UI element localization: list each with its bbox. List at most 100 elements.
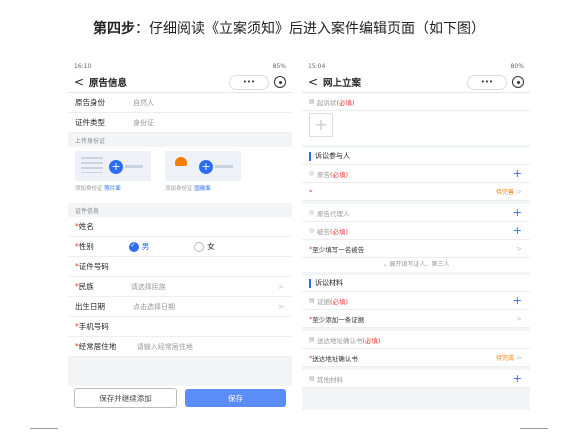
field-label: 性别 — [78, 242, 94, 251]
ethnicity-select[interactable]: * 民族 请选择民族 > — [68, 277, 292, 297]
upload-id-front-button[interactable]: + 添加身份证 照片面 — [75, 151, 151, 199]
expand-text: 展开填写证人、第三人 — [389, 261, 450, 268]
field-label: 证件号码 — [78, 262, 109, 271]
complaint-upload: + — [302, 111, 530, 145]
chevron-right-icon: > — [278, 302, 284, 311]
expand-witness-link[interactable]: ⌄ 展开填写证人、第三人 — [302, 258, 530, 272]
field-label: 民族 — [78, 282, 94, 291]
status-time: 16:10 — [74, 62, 92, 70]
back-icon[interactable]: < — [74, 75, 86, 89]
plaintiff-identity-row[interactable]: 原告身份 自然人 — [68, 93, 292, 113]
save-button[interactable]: 保存 — [185, 389, 286, 407]
divider — [30, 428, 58, 429]
plaintiff-entry[interactable]: * 待完善 > — [302, 183, 530, 201]
document-icon: ▤ — [309, 98, 315, 105]
status-bar: 15:04 80% — [302, 60, 530, 72]
field-label: 原告身份 — [75, 98, 105, 107]
item-label: 证据 — [317, 297, 330, 306]
step-label: 第四步 — [93, 21, 135, 37]
item-label: 原告代理人 — [317, 209, 350, 218]
birth-date-select[interactable]: 出生日期 点击选择日期 > — [68, 297, 292, 317]
plaintiff-info-screen: 16:10 85% < 原告信息 ••• 原告身份 自然人 证件类型 身份证 上… — [68, 60, 292, 410]
required-tag: (必填) — [330, 297, 349, 306]
id-number-field[interactable]: * 证件号码 — [68, 257, 292, 277]
upload-link[interactable]: 国徽面 — [194, 186, 211, 192]
evidence-entry[interactable]: * 至少添加一条证据 > — [302, 310, 530, 328]
service-address-entry[interactable]: * 送达地址确认书 待完成 > — [302, 349, 530, 367]
id-card-back-icon: + — [165, 151, 241, 181]
radio-male-label: 男 — [141, 242, 150, 251]
plaintiff-agent-item[interactable]: ◎ 原告代理人 + — [302, 204, 530, 222]
save-and-continue-button[interactable]: 保存并继续添加 — [74, 388, 177, 408]
close-miniapp-icon[interactable] — [512, 76, 524, 88]
field-placeholder: 请选择民族 — [130, 282, 166, 291]
field-label: 出生日期 — [75, 302, 105, 311]
name-field[interactable]: * 姓名 — [68, 217, 292, 237]
status-bar: 16:10 85% — [68, 60, 292, 72]
battery-level: 80% — [510, 62, 524, 70]
upload-text: 添加身份证 — [75, 186, 103, 192]
chevron-right-icon: > — [516, 314, 522, 323]
field-value: 自然人 — [133, 98, 154, 107]
required-tag: (必填) — [330, 170, 349, 179]
page-title: 网上立案 — [323, 78, 362, 89]
gender-field: *性别 男 女 — [68, 237, 292, 257]
radio-male[interactable] — [128, 241, 139, 252]
plaintiff-item[interactable]: ◎ 原告 (必填) + — [302, 165, 530, 183]
nav-bar: < 网上立案 ••• — [302, 72, 530, 93]
close-miniapp-icon[interactable] — [274, 76, 286, 88]
service-address-item: ▤ 送达地址确认书 (必填) — [302, 331, 530, 349]
id-type-row[interactable]: 证件类型 身份证 — [68, 113, 292, 133]
defendant-entry[interactable]: * 至少填写一名被告 > — [302, 240, 530, 258]
divider — [520, 428, 548, 429]
document-icon: ▤ — [309, 375, 315, 382]
page-title: 原告信息 — [89, 78, 128, 89]
item-hint: 至少添加一条证据 — [312, 315, 365, 324]
upload-section-title: 上传身份证 — [75, 137, 106, 145]
document-icon: ▤ — [309, 336, 315, 343]
defendant-item[interactable]: ◎ 被告 (必填) + — [302, 222, 530, 240]
upload-id-back-button[interactable]: + 添加身份证 国徽面 — [165, 151, 241, 199]
add-other-icon[interactable]: + — [513, 372, 522, 385]
radio-female[interactable] — [194, 241, 205, 252]
item-label: 送达地址确认书 — [317, 336, 363, 345]
chevron-right-icon: > — [516, 244, 522, 253]
add-defendant-icon[interactable]: + — [513, 224, 522, 237]
more-menu-button[interactable]: ••• — [229, 74, 269, 90]
phone-field[interactable]: * 手机号码 — [68, 317, 292, 337]
upload-link[interactable]: 照片面 — [104, 186, 121, 192]
item-label: 起诉状 — [317, 98, 337, 107]
person-icon: ◎ — [309, 170, 315, 177]
item-label: 送达地址确认书 — [312, 354, 358, 363]
person-icon: ◎ — [309, 209, 315, 216]
online-filing-screen: 15:04 80% < 网上立案 ••• ▤ 起诉状 (必填) + 诉讼参与人 … — [302, 60, 530, 410]
field-placeholder: 请输入经常居住地 — [136, 342, 193, 351]
add-file-button[interactable]: + — [309, 113, 333, 137]
residence-field[interactable]: * 经常居住地 请输入经常居住地 — [68, 337, 292, 357]
field-value: 身份证 — [133, 118, 154, 127]
chevron-right-icon: > — [278, 282, 284, 291]
action-footer: 保存并继续添加 保存 — [68, 386, 292, 410]
add-evidence-icon[interactable]: + — [513, 294, 522, 307]
step-text: ：仔细阅读《立案须知》后进入案件编辑页面（如下图） — [135, 21, 485, 37]
required-tag: (必填) — [362, 336, 381, 345]
materials-heading: 诉讼材料 — [302, 275, 530, 292]
status-badge: 待完成 — [495, 355, 514, 362]
back-icon[interactable]: < — [308, 75, 320, 89]
document-icon: ▤ — [309, 297, 315, 304]
field-label: 手机号码 — [78, 322, 109, 331]
field-placeholder: 点击选择日期 — [133, 302, 175, 311]
id-upload-area: + 添加身份证 照片面 + 添加身份证 国徽面 — [68, 147, 292, 203]
add-agent-icon[interactable]: + — [513, 206, 522, 219]
more-icon: ••• — [242, 78, 256, 86]
other-materials-item[interactable]: ▤ 其他材料 + — [302, 370, 530, 388]
more-icon: ••• — [480, 78, 494, 86]
add-plaintiff-icon[interactable]: + — [513, 167, 522, 180]
evidence-item[interactable]: ▤ 证据 (必填) + — [302, 292, 530, 310]
field-label: 经常居住地 — [78, 342, 117, 351]
more-menu-button[interactable]: ••• — [467, 74, 507, 90]
id-card-front-icon: + — [75, 151, 151, 181]
item-label: 被告 — [317, 227, 330, 236]
radio-female-label: 女 — [207, 242, 215, 251]
status-badge: 待完善 — [495, 189, 514, 196]
